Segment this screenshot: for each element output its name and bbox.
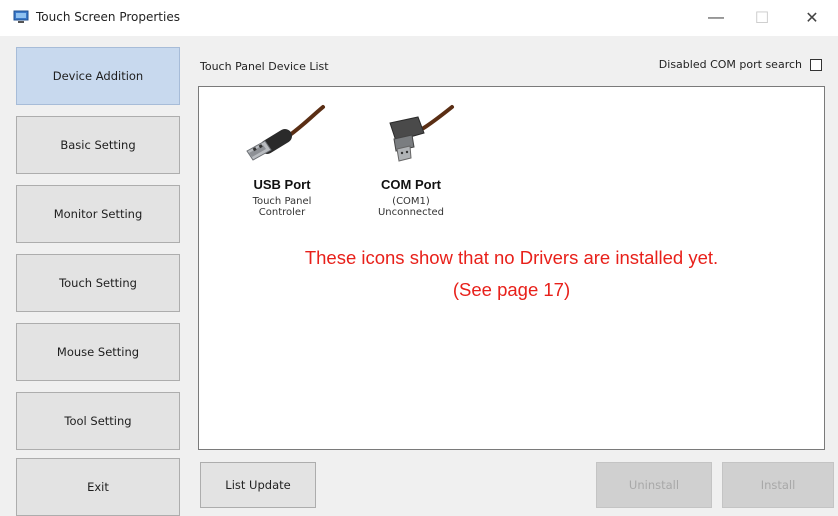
nav-exit-button[interactable]: Exit <box>16 458 180 516</box>
usb-port-line1: Touch Panel <box>252 196 312 207</box>
maximize-button[interactable]: ☐ <box>739 2 785 34</box>
close-button[interactable]: ✕ <box>789 2 835 34</box>
device-list-title: Touch Panel Device List <box>200 60 329 73</box>
disabled-com-search-checkbox[interactable] <box>810 58 822 71</box>
nav-touch-setting-button[interactable]: Touch Setting <box>16 254 180 312</box>
com-port-line2: Unconnected <box>377 207 445 218</box>
com-port-line1: (COM1) <box>392 196 430 207</box>
nav-device-addition-button[interactable]: Device Addition <box>16 47 180 105</box>
app-icon <box>13 10 29 23</box>
list-update-button[interactable]: List Update <box>200 462 316 508</box>
com-port-name: COM Port <box>381 177 441 192</box>
touch-screen-properties-window: Touch Screen Properties — ☐ ✕ Device Add… <box>0 0 838 516</box>
usb-plug-icon <box>246 105 325 161</box>
com-plug-icon <box>389 105 454 162</box>
uninstall-button[interactable]: Uninstall <box>596 462 712 508</box>
install-button[interactable]: Install <box>722 462 834 508</box>
driver-note-line1: These icons show that no Drivers are ins… <box>304 247 719 268</box>
disabled-com-search-label: Disabled COM port search <box>658 58 802 71</box>
nav-tool-setting-button[interactable]: Tool Setting <box>16 392 180 450</box>
window-title: Touch Screen Properties <box>36 10 180 24</box>
usb-port-device[interactable]: USB Port Touch Panel Controler <box>222 103 342 218</box>
usb-port-line2: Controler <box>258 207 306 218</box>
nav-basic-setting-button[interactable]: Basic Setting <box>16 116 180 174</box>
minimize-button[interactable]: — <box>693 2 739 34</box>
usb-port-name: USB Port <box>253 177 311 192</box>
disabled-com-search-option[interactable]: Disabled COM port search <box>659 58 822 71</box>
nav-monitor-setting-button[interactable]: Monitor Setting <box>16 185 180 243</box>
driver-note-line2: (See page 17) <box>452 279 571 300</box>
nav-mouse-setting-button[interactable]: Mouse Setting <box>16 323 180 381</box>
title-bar: Touch Screen Properties — ☐ ✕ <box>0 0 838 36</box>
device-list[interactable]: USB Port Touch Panel Controler COM Port … <box>198 86 825 450</box>
com-port-device[interactable]: COM Port (COM1) Unconnected <box>351 103 471 218</box>
